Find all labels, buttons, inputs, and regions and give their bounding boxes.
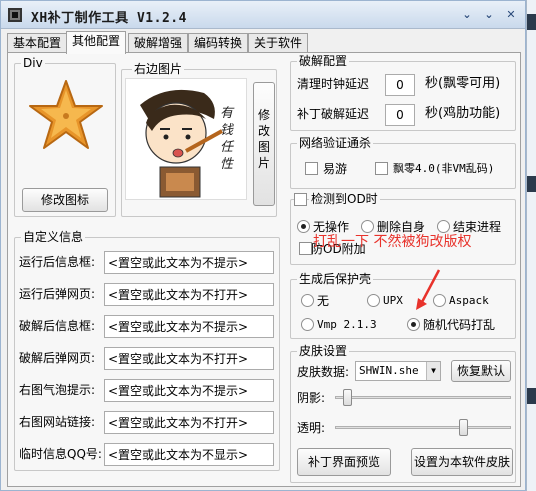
- info-row-label: 破解后信息框:: [19, 319, 96, 333]
- opacity-slider-thumb[interactable]: [459, 419, 468, 436]
- piaoling-checkbox[interactable]: [375, 162, 388, 175]
- skin-settings-group: 皮肤设置 皮肤数据: SHWIN.she ▼ 恢复默认 阴影: 透明: 补丁界面…: [290, 344, 516, 483]
- radio-end-process-label: 结束进程: [453, 220, 502, 234]
- patch-delay-input[interactable]: 0: [385, 104, 415, 126]
- cleanup-delay-input[interactable]: 0: [385, 74, 415, 96]
- skin-settings-label: 皮肤设置: [297, 344, 350, 358]
- radio-vmp[interactable]: [301, 318, 314, 331]
- opacity-label: 透明:: [297, 421, 326, 435]
- div-group-label: Div: [21, 56, 45, 70]
- qq-number-input[interactable]: <置空或此文本为不显示>: [104, 443, 274, 466]
- network-verify-label: 网络验证通杀: [297, 136, 374, 150]
- change-image-button[interactable]: 修改图片: [253, 82, 275, 206]
- restore-default-button[interactable]: 恢复默认: [451, 360, 511, 382]
- image-caption: 有钱任性: [220, 106, 234, 172]
- shadow-slider-track[interactable]: [335, 396, 511, 399]
- piaoling-label: 飘零4.0(非VM乱码): [393, 162, 495, 175]
- od-detect-group: 检测到OD时 无操作 删除自身 结束进程 防OD附加 打乱一下 不然被狗改版权: [290, 192, 516, 265]
- radio-none-label: 无: [317, 294, 330, 308]
- run-webpage-input[interactable]: <置空或此文本为不打开>: [104, 283, 274, 306]
- patch-preview-button[interactable]: 补丁界面预览: [297, 448, 391, 476]
- title-bar[interactable]: XH补丁制作工具 V1.2.4 ⌄ ⌄ ✕: [1, 1, 525, 29]
- info-row-label: 破解后弹网页:: [19, 351, 96, 365]
- run-msgbox-input[interactable]: <置空或此文本为不提示>: [104, 251, 274, 274]
- tab-other-config[interactable]: 其他配置: [66, 31, 127, 54]
- shadow-slider-thumb[interactable]: [343, 389, 352, 406]
- radio-aspack-label: Aspack: [449, 294, 489, 307]
- radio-delete-self[interactable]: [361, 220, 374, 233]
- app-icon: [8, 8, 22, 22]
- main-window: XH补丁制作工具 V1.2.4 ⌄ ⌄ ✕ 基本配置 其他配置 破解增强 编码转…: [0, 0, 526, 491]
- set-skin-button[interactable]: 设置为本软件皮肤: [411, 448, 513, 476]
- right-image-group: 右边图片 有钱任性 修改图片: [121, 62, 277, 217]
- radio-end-process[interactable]: [437, 220, 450, 233]
- strip-block: [527, 14, 536, 30]
- info-row-label: 右图网站链接:: [19, 415, 96, 429]
- div-group: Div 修改图标: [14, 56, 116, 217]
- skin-data-label: 皮肤数据:: [297, 365, 350, 379]
- image-link-input[interactable]: <置空或此文本为不打开>: [104, 411, 274, 434]
- yiyou-checkbox[interactable]: [305, 162, 318, 175]
- info-row-label: 右图气泡提示:: [19, 383, 96, 397]
- radio-delete-self-label: 删除自身: [377, 220, 426, 234]
- crack-config-label: 破解配置: [297, 54, 350, 68]
- dropdown-arrow-icon[interactable]: ▼: [426, 362, 440, 380]
- info-row-label: 运行后信息框:: [19, 255, 96, 269]
- custom-info-label: 自定义信息: [21, 230, 86, 244]
- crack-msgbox-input[interactable]: <置空或此文本为不提示>: [104, 315, 274, 338]
- radio-no-action-label: 无操作: [313, 220, 350, 234]
- protect-shell-group: 生成后保护壳 无 UPX Aspack Vmp 2.1.3 随机代码打乱: [290, 269, 516, 339]
- radio-no-action[interactable]: [297, 220, 310, 233]
- window-title: XH补丁制作工具 V1.2.4: [31, 11, 187, 26]
- radio-none[interactable]: [301, 294, 314, 307]
- skin-data-value: SHWIN.she: [359, 364, 419, 377]
- right-image-label: 右边图片: [132, 62, 185, 76]
- radio-upx-label: UPX: [383, 294, 403, 307]
- radio-random-code[interactable]: [407, 318, 420, 331]
- crack-webpage-input[interactable]: <置空或此文本为不打开>: [104, 347, 274, 370]
- cartoon-girl-image: 有钱任性: [125, 78, 247, 200]
- star-icon: [29, 80, 103, 149]
- opacity-slider-track[interactable]: [335, 426, 511, 429]
- radio-random-code-label: 随机代码打乱: [423, 318, 496, 332]
- od-detect-checkbox[interactable]: [294, 193, 307, 206]
- patch-delay-unit: 秒(鸡肋功能): [425, 106, 501, 121]
- background-window-strip: [526, 0, 536, 491]
- protect-shell-label: 生成后保护壳: [297, 272, 374, 286]
- cleanup-delay-label: 清理时钟延迟: [297, 77, 370, 91]
- chevron-down-icon[interactable]: ⌄: [459, 7, 475, 23]
- radio-vmp-label: Vmp 2.1.3: [317, 318, 377, 331]
- minimize-icon[interactable]: ⌄: [481, 7, 497, 23]
- tab-basic-config[interactable]: 基本配置: [7, 33, 68, 53]
- red-arrow-icon: [416, 269, 441, 310]
- shadow-label: 阴影:: [297, 391, 326, 405]
- strip-block: [527, 176, 536, 192]
- tab-bar: 基本配置 其他配置 破解增强 编码转换 关于软件: [7, 31, 519, 54]
- red-annotation: 打乱一下 不然被狗改版权: [313, 234, 472, 250]
- custom-info-group: 自定义信息 运行后信息框: <置空或此文本为不提示> 运行后弹网页: <置空或此…: [14, 230, 280, 471]
- close-icon[interactable]: ✕: [503, 7, 519, 23]
- radio-upx[interactable]: [367, 294, 380, 307]
- info-row-label: 临时信息QQ号:: [19, 447, 102, 461]
- tab-encoding-convert[interactable]: 编码转换: [188, 33, 249, 53]
- crack-config-group: 破解配置 清理时钟延迟 0 秒(飘零可用) 补丁破解延迟 0 秒(鸡肋功能): [290, 54, 516, 131]
- yiyou-label: 易游: [323, 162, 348, 176]
- tab-panel: Div 修改图标 右边图片 有钱任性 修改图片 破解配置 清理时钟延迟 0 秒(…: [7, 52, 521, 487]
- tab-crack-enhance[interactable]: 破解增强: [128, 33, 189, 53]
- info-row-label: 运行后弹网页:: [19, 287, 96, 301]
- tab-about[interactable]: 关于软件: [248, 33, 309, 53]
- patch-delay-label: 补丁破解延迟: [297, 107, 370, 121]
- change-icon-button[interactable]: 修改图标: [22, 188, 108, 212]
- network-verify-group: 网络验证通杀 易游 飘零4.0(非VM乱码): [290, 136, 516, 189]
- image-tooltip-input[interactable]: <置空或此文本为不提示>: [104, 379, 274, 402]
- strip-block: [527, 388, 536, 404]
- od-detect-label: 检测到OD时: [309, 192, 380, 206]
- cleanup-delay-unit: 秒(飘零可用): [425, 76, 501, 91]
- skin-data-select[interactable]: SHWIN.she ▼: [355, 361, 441, 381]
